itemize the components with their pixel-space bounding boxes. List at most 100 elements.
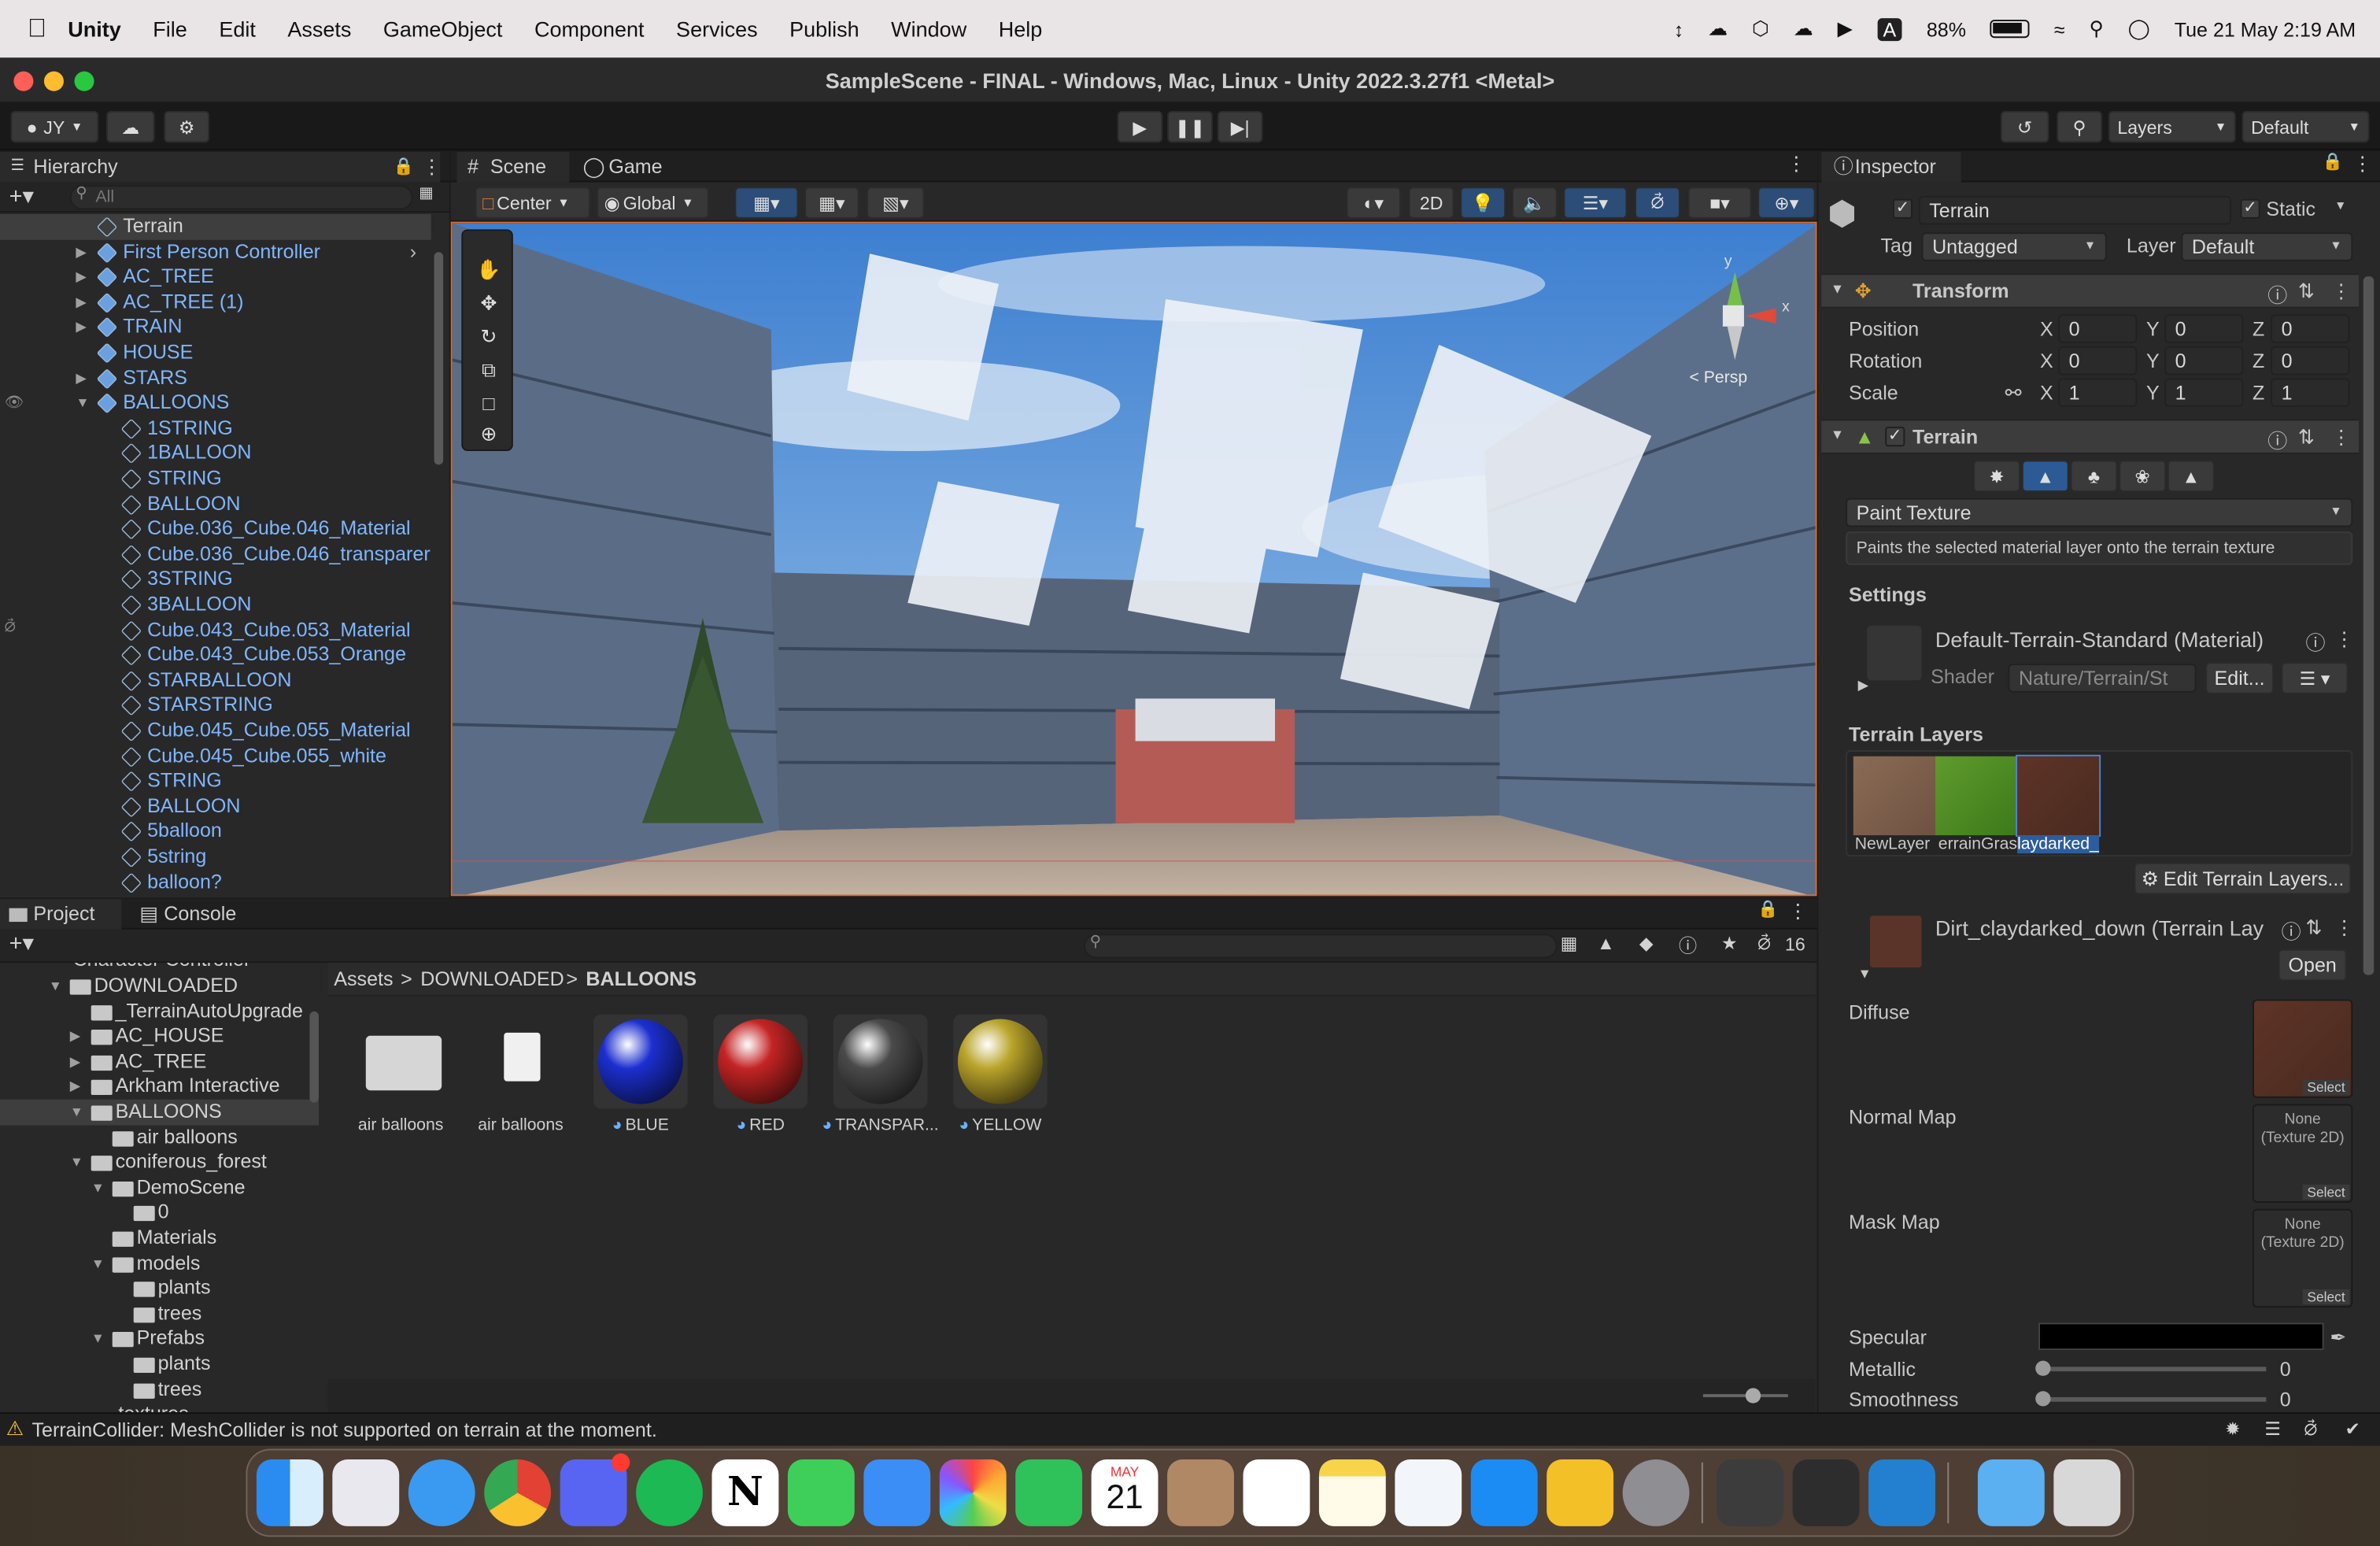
app-store-icon[interactable] [1470,1459,1538,1526]
active-checkbox[interactable]: ✓ [1892,198,1913,219]
effects-toggle-button[interactable]: ☰▾ [1563,187,1628,219]
toggle-2d-button[interactable]: 2D [1408,187,1454,219]
foldout-arrow-icon[interactable]: ▼ [1831,427,1844,442]
resize-arrows-icon[interactable]: ↕ [1674,17,1684,40]
lock-icon[interactable]: 🔒 [1757,899,1778,919]
view-tool-hand-icon[interactable]: ✋ [471,258,507,289]
texture-slot[interactable]: None (Texture 2D) Select [2252,1104,2353,1203]
hierarchy-item[interactable]: 3BALLOON [0,592,431,617]
lock-icon[interactable]: 🔒 [2323,152,2343,172]
material-name[interactable]: Default-Terrain-Standard (Material) [1935,627,2264,652]
gizmo-y-axis[interactable] [1727,272,1743,305]
notes-icon[interactable] [1318,1459,1386,1526]
menu-file[interactable]: File [153,17,187,41]
hierarchy-item[interactable]: ▶ TRAIN [0,315,431,340]
inspector-scrollbar[interactable] [2362,276,2375,1400]
hierarchy-item[interactable]: 5string [0,845,431,870]
cloud-icon[interactable]: ☁ [1794,17,1813,41]
create-neighbor-terrain-button[interactable]: ✸ [1973,460,2020,493]
specular-color-field[interactable] [2038,1322,2324,1351]
keynote-icon[interactable] [1547,1459,1614,1526]
chrome-icon[interactable] [484,1459,552,1526]
constrain-proportions-icon[interactable]: ⚯ [2005,381,2022,405]
breadcrumb-balloons[interactable]: BALLOONS [586,963,697,996]
axis-y-label[interactable]: Y [2146,317,2160,340]
progress-icon[interactable]: ⦳ [2304,1418,2318,1441]
pivot-dropdown[interactable]: □ Center ▼ [475,187,591,219]
menu-assets[interactable]: Assets [287,17,351,41]
hierarchy-item[interactable]: ▶ First Person Controller › [0,239,431,264]
folder-tree-row[interactable]: ▼ Prefabs [0,1326,319,1352]
hierarchy-item[interactable]: STRING [0,466,431,491]
add-icon[interactable]: +▾ [9,930,34,957]
hierarchy-item[interactable]: BALLOON [0,794,431,819]
terrain-layer-item-selected[interactable] [2016,754,2101,838]
finder-icon[interactable] [256,1459,323,1526]
kebab-menu-icon[interactable]: ⋮ [2334,627,2354,652]
calendar-icon[interactable]: MAY 21 [1091,1459,1159,1526]
grid-visibility-button[interactable]: ▦▾ [804,187,859,219]
tab-project[interactable]: Project [0,899,122,930]
discord-icon[interactable] [560,1453,630,1526]
folder-tree-row[interactable]: _TerrainAutoUpgrade [0,999,319,1024]
transform-scale-x-field[interactable]: 1 [2058,378,2138,408]
axis-y-label[interactable]: Y [2146,350,2160,372]
hierarchy-item[interactable]: BALLOON [0,491,431,516]
hidden-eye-icon[interactable]: ⦳ [5,620,16,636]
hierarchy-item[interactable]: STARBALLOON [0,668,431,693]
trash-icon[interactable] [2053,1459,2121,1526]
paint-tool-dropdown[interactable]: Paint Texture [1846,497,2353,527]
hidden-packages-icon[interactable]: ⦳ [1757,933,1771,956]
foldout-arrow-icon[interactable]: ▼ [1831,281,1844,296]
kebab-menu-icon[interactable]: ⋮ [1787,152,1806,176]
smoothness-slider[interactable] [2035,1391,2267,1407]
asset-item[interactable]: ◕ YELLOW [950,1014,1050,1152]
transform-rotation-z-field[interactable]: 0 [2271,346,2350,375]
menubar-clock[interactable]: Tue 21 May 2:19 AM [2175,17,2356,40]
collapsed-arrow-icon[interactable]: ▶ [76,365,86,390]
camera-settings-button[interactable]: ■▾ [1687,187,1752,219]
hierarchy-item[interactable]: Cube.036_Cube.046_Material [0,516,431,542]
folder-tree-row[interactable]: air balloons [0,1125,319,1150]
collapsed-arrow-icon[interactable]: ▶ [76,290,86,315]
transform-position-x-field[interactable]: 0 [2058,314,2138,344]
breadcrumb-assets[interactable]: Assets [334,963,393,996]
downloads-folder-icon[interactable] [1977,1459,2045,1526]
unity-editor-icon[interactable] [1792,1459,1860,1526]
filter-type-icon[interactable]: ▲ [1597,933,1615,954]
preset-icon[interactable]: ⇅ [2298,425,2315,449]
texture-select-button[interactable]: Select [2302,1079,2350,1096]
help-icon[interactable]: ⓘ [2305,627,2325,656]
gizmo-x-axis[interactable] [1745,308,1776,324]
folder-tree-scrollbar[interactable] [307,966,322,1406]
rotate-tool-icon[interactable]: ↻ [471,325,507,356]
undo-history-button[interactable]: ↺ [2000,110,2049,143]
help-icon[interactable]: ⓘ [2282,915,2301,945]
tab-scene[interactable]: # Scene [456,151,570,183]
folder-tree-row[interactable]: ▼ DemoScene [0,1175,319,1200]
paint-trees-button[interactable]: ♣ [2070,460,2118,493]
slider-handle[interactable] [1745,1388,1761,1404]
label-tag-icon[interactable]: ◆ [1639,933,1654,954]
folder-tree-row[interactable]: ▶ AC_TREE [0,1049,319,1074]
account-dropdown[interactable]: ● JY ▼ [10,110,99,143]
texture-slot[interactable]: None (Texture 2D) Select [2252,1208,2353,1308]
menu-help[interactable]: Help [999,17,1043,41]
transform-scale-y-field[interactable]: 1 [2164,378,2244,408]
axis-z-label[interactable]: Z [2252,381,2264,404]
paint-terrain-button[interactable]: ▲ [2021,460,2069,493]
axis-x-label[interactable]: X [2040,381,2053,404]
lighting-toggle-button[interactable]: 💡 [1460,187,1506,219]
scrollbar-thumb[interactable] [2363,276,2374,975]
expanded-arrow-icon[interactable]: ▼ [91,1326,105,1352]
asset-item[interactable]: air balloons [471,1015,571,1152]
folder-tree-row[interactable]: trees [0,1377,319,1402]
apple-icon[interactable]:  [28,13,47,44]
hierarchy-item[interactable]: 1BALLOON [0,441,431,466]
help-icon[interactable]: ⓘ [2267,425,2287,454]
scene-search-icon[interactable]: ▦ [419,185,433,202]
edit-shader-button[interactable]: Edit... [2205,662,2274,694]
input-source-icon[interactable]: A [1876,17,1902,41]
hierarchy-item[interactable]: 3STRING [0,567,431,592]
menu-gameobject[interactable]: GameObject [383,17,503,41]
